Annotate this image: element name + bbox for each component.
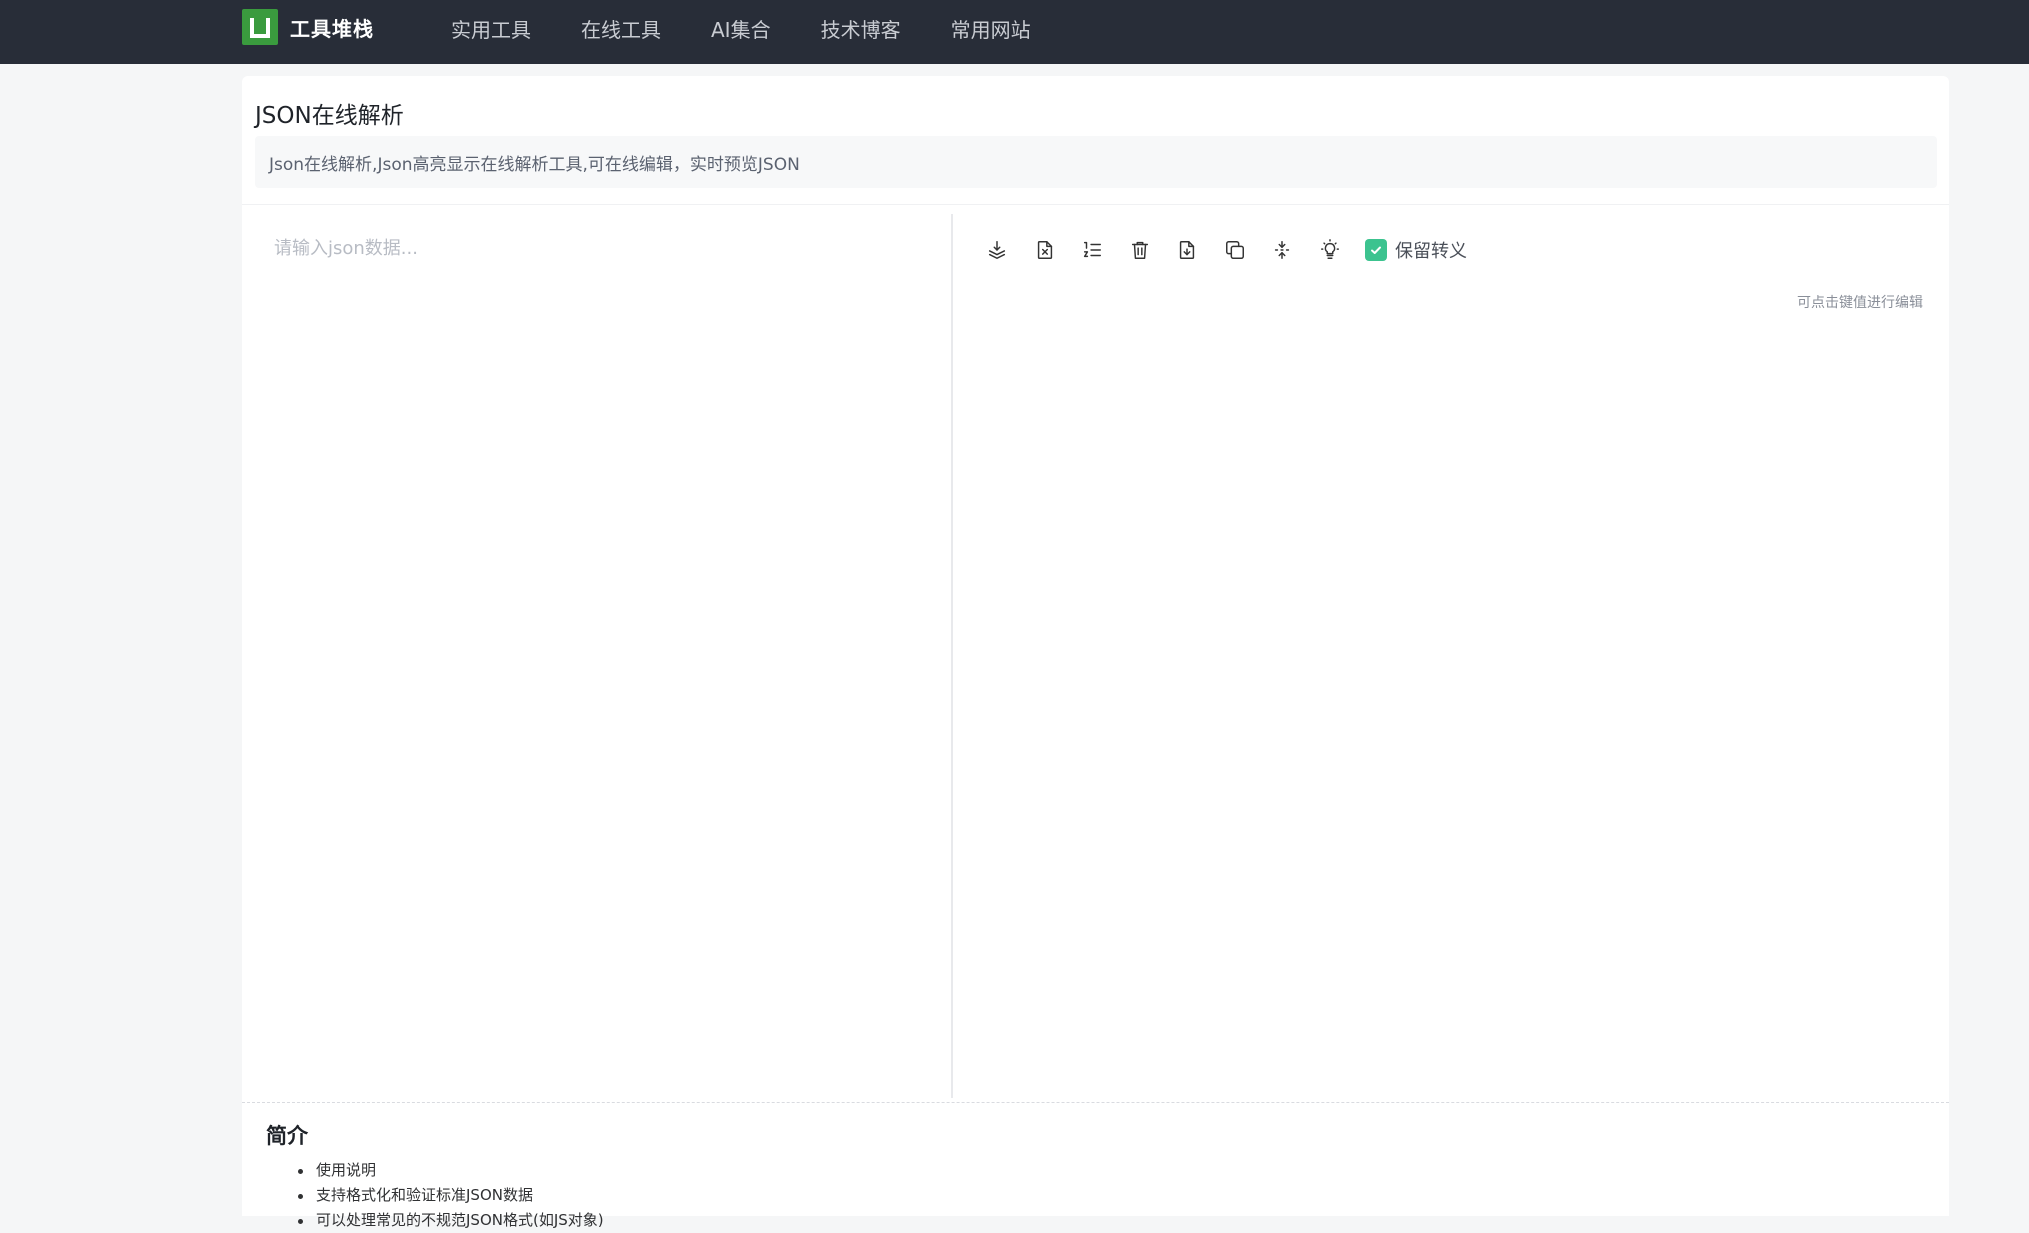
intro-list: 使用说明 支持格式化和验证标准JSON数据 可以处理常见的不规范JSON格式(如… (296, 1158, 604, 1233)
nav-item-practical-tools[interactable]: 实用工具 (451, 14, 531, 43)
list-item: 使用说明 (296, 1158, 604, 1183)
nav-item-tech-blog[interactable]: 技术博客 (821, 14, 901, 43)
page-description-text: Json在线解析,Json高亮显示在线解析工具,可在线编辑，实时预览JSON (269, 154, 800, 175)
nav-item-online-tools[interactable]: 在线工具 (581, 14, 661, 43)
keep-escape-checkbox[interactable]: 保留转义 (1365, 237, 1467, 263)
main-nav: 实用工具 在线工具 AI集合 技术博客 常用网站 (451, 0, 1081, 56)
brand-name: 工具堆栈 (290, 16, 374, 41)
brand[interactable]: 工具堆栈 (242, 9, 374, 45)
format-icon[interactable] (985, 238, 1009, 262)
compress-icon[interactable] (1270, 238, 1294, 262)
pane-splitter[interactable] (951, 214, 953, 1098)
download-icon[interactable] (1175, 238, 1199, 262)
checkbox-checked-icon[interactable] (1365, 239, 1387, 261)
intro-section: 简介 使用说明 支持格式化和验证标准JSON数据 可以处理常见的不规范JSON格… (266, 1120, 604, 1233)
intro-title: 简介 (266, 1124, 308, 1148)
top-navbar: 工具堆栈 实用工具 在线工具 AI集合 技术博客 常用网站 (0, 0, 2029, 64)
edit-hint: 可点击键值进行编辑 (1797, 295, 1923, 311)
tool-card: JSON在线解析 Json在线解析,Json高亮显示在线解析工具,可在线编辑，实… (242, 76, 1949, 1229)
theme-icon[interactable] (1318, 238, 1342, 262)
list-item: 可以处理常见的不规范JSON格式(如JS对象) (296, 1208, 604, 1233)
brand-logo-icon (242, 9, 278, 45)
divider (242, 204, 1949, 205)
line-numbers-icon[interactable] (1080, 238, 1104, 262)
json-input[interactable] (242, 214, 951, 1098)
clear-file-icon[interactable] (1033, 238, 1057, 262)
delete-icon[interactable] (1128, 238, 1152, 262)
keep-escape-label: 保留转义 (1395, 241, 1467, 262)
nav-item-common-sites[interactable]: 常用网站 (951, 14, 1031, 43)
page-title: JSON在线解析 (255, 103, 404, 129)
page-description: Json在线解析,Json高亮显示在线解析工具,可在线编辑，实时预览JSON (255, 136, 1937, 188)
section-divider (242, 1102, 1949, 1103)
copy-icon[interactable] (1223, 238, 1247, 262)
list-item: 支持格式化和验证标准JSON数据 (296, 1183, 604, 1208)
nav-item-ai-collection[interactable]: AI集合 (711, 14, 771, 43)
output-toolbar: 保留转义 (985, 232, 1467, 268)
